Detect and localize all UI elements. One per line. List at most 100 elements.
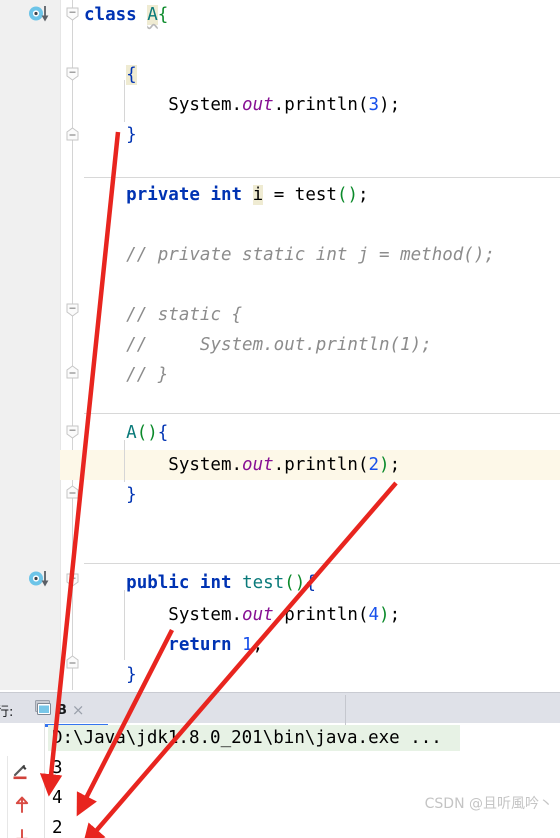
code-token: private: [126, 185, 200, 205]
code-token: ;: [389, 95, 401, 115]
console-tab-bar[interactable]: 行: B ×: [0, 692, 560, 727]
code-token: ;: [389, 455, 401, 475]
code-token: ): [147, 423, 158, 443]
code-token: 3: [368, 95, 380, 115]
code-token: System.: [84, 455, 243, 475]
console-output-line: 2: [52, 818, 63, 838]
code-token: ): [379, 605, 390, 625]
scroll-down-button[interactable]: [11, 826, 33, 838]
code-line[interactable]: A(){: [84, 418, 168, 448]
code-line[interactable]: }: [84, 120, 137, 150]
fold-collapse-icon[interactable]: [66, 425, 79, 439]
code-line[interactable]: // }: [84, 360, 168, 390]
code-token: {: [305, 573, 316, 593]
code-line[interactable]: // System.out.println(1);: [84, 330, 432, 360]
fold-end-icon[interactable]: [66, 127, 79, 141]
code-token: {: [126, 65, 137, 85]
code-token: .println(: [273, 95, 369, 115]
code-editor[interactable]: class A{ { System.out.println(3); } priv…: [0, 0, 560, 690]
code-lines[interactable]: class A{ { System.out.println(3); } priv…: [84, 0, 560, 690]
fold-collapse-icon[interactable]: [66, 7, 79, 21]
fold-end-icon[interactable]: [66, 365, 79, 379]
code-line[interactable]: System.out.println(4);: [84, 600, 400, 630]
fold-end-icon[interactable]: [66, 655, 79, 669]
console-tab-icon: [34, 700, 52, 720]
code-token: System.: [84, 95, 243, 115]
code-token: 4: [368, 605, 380, 625]
console-side-toolbar[interactable]: [0, 723, 44, 838]
soft-wrap-button[interactable]: [11, 762, 33, 784]
code-token: }: [126, 125, 137, 145]
fold-collapse-icon[interactable]: [66, 573, 79, 587]
code-line[interactable]: }: [84, 660, 137, 690]
code-token: 1: [242, 635, 253, 655]
code-token: i: [252, 185, 264, 205]
code-token: out: [242, 95, 274, 115]
run-console-panel[interactable]: 行: B × D:\Java\jdk1.8.0_201\bin\java.exe…: [0, 690, 560, 838]
console-left-edge: [7, 756, 8, 838]
code-token: // private static int j = method();: [126, 245, 495, 265]
code-line[interactable]: private int i = test();: [84, 180, 369, 210]
code-line[interactable]: System.out.println(3);: [84, 90, 400, 120]
code-token: {: [157, 5, 169, 25]
code-token: out: [242, 605, 274, 625]
watermark: CSDN @且听風吟丶: [424, 796, 553, 812]
code-token: return: [168, 635, 232, 655]
code-line[interactable]: return 1;: [84, 630, 263, 660]
code-token: ;: [252, 635, 264, 655]
code-line[interactable]: System.out.println(2);: [84, 450, 400, 480]
code-token: ;: [358, 185, 369, 205]
code-line[interactable]: }: [84, 480, 137, 510]
console-output-line: 3: [52, 758, 63, 778]
code-token: public: [126, 573, 190, 593]
code-token: // static {: [126, 305, 243, 325]
code-token: // System.out.println(1);: [126, 335, 432, 355]
tabbar-divider: [345, 695, 346, 726]
code-token: test: [294, 185, 337, 205]
code-token: ): [347, 185, 359, 205]
code-token: ): [379, 455, 390, 475]
code-token: System.: [84, 605, 243, 625]
code-line[interactable]: public int test(){: [84, 568, 316, 598]
code-token: // }: [126, 365, 169, 385]
console-output[interactable]: D:\Java\jdk1.8.0_201\bin\java.exe ... 3 4…: [46, 723, 560, 838]
console-side-separator: [44, 723, 45, 838]
run-class-gutter-icon[interactable]: [28, 5, 52, 23]
ide-screenshot: class A{ { System.out.println(3); } priv…: [0, 0, 560, 838]
code-token: ): [379, 95, 390, 115]
code-line[interactable]: // static {: [84, 300, 242, 330]
code-token: (: [136, 423, 148, 443]
fold-collapse-icon[interactable]: [66, 303, 79, 317]
scroll-up-button[interactable]: [11, 794, 33, 816]
code-line[interactable]: // private static int j = method();: [84, 240, 495, 270]
code-token: int: [210, 185, 243, 205]
console-tab-label: B: [57, 702, 67, 718]
code-token: {: [157, 423, 169, 443]
fold-collapse-icon[interactable]: [66, 67, 79, 81]
run-method-gutter-icon[interactable]: [28, 570, 52, 588]
code-line[interactable]: {: [84, 60, 137, 90]
code-token: (: [336, 185, 348, 205]
console-command-line: D:\Java\jdk1.8.0_201\bin\java.exe ...: [52, 728, 442, 748]
fold-end-icon[interactable]: [66, 485, 79, 499]
code-line[interactable]: class A{: [84, 0, 168, 30]
close-icon[interactable]: ×: [72, 701, 85, 719]
console-tab-b[interactable]: B ×: [34, 696, 85, 724]
code-token: test: [242, 573, 285, 593]
run-panel-label: 行:: [0, 705, 14, 720]
code-token: ;: [389, 605, 401, 625]
